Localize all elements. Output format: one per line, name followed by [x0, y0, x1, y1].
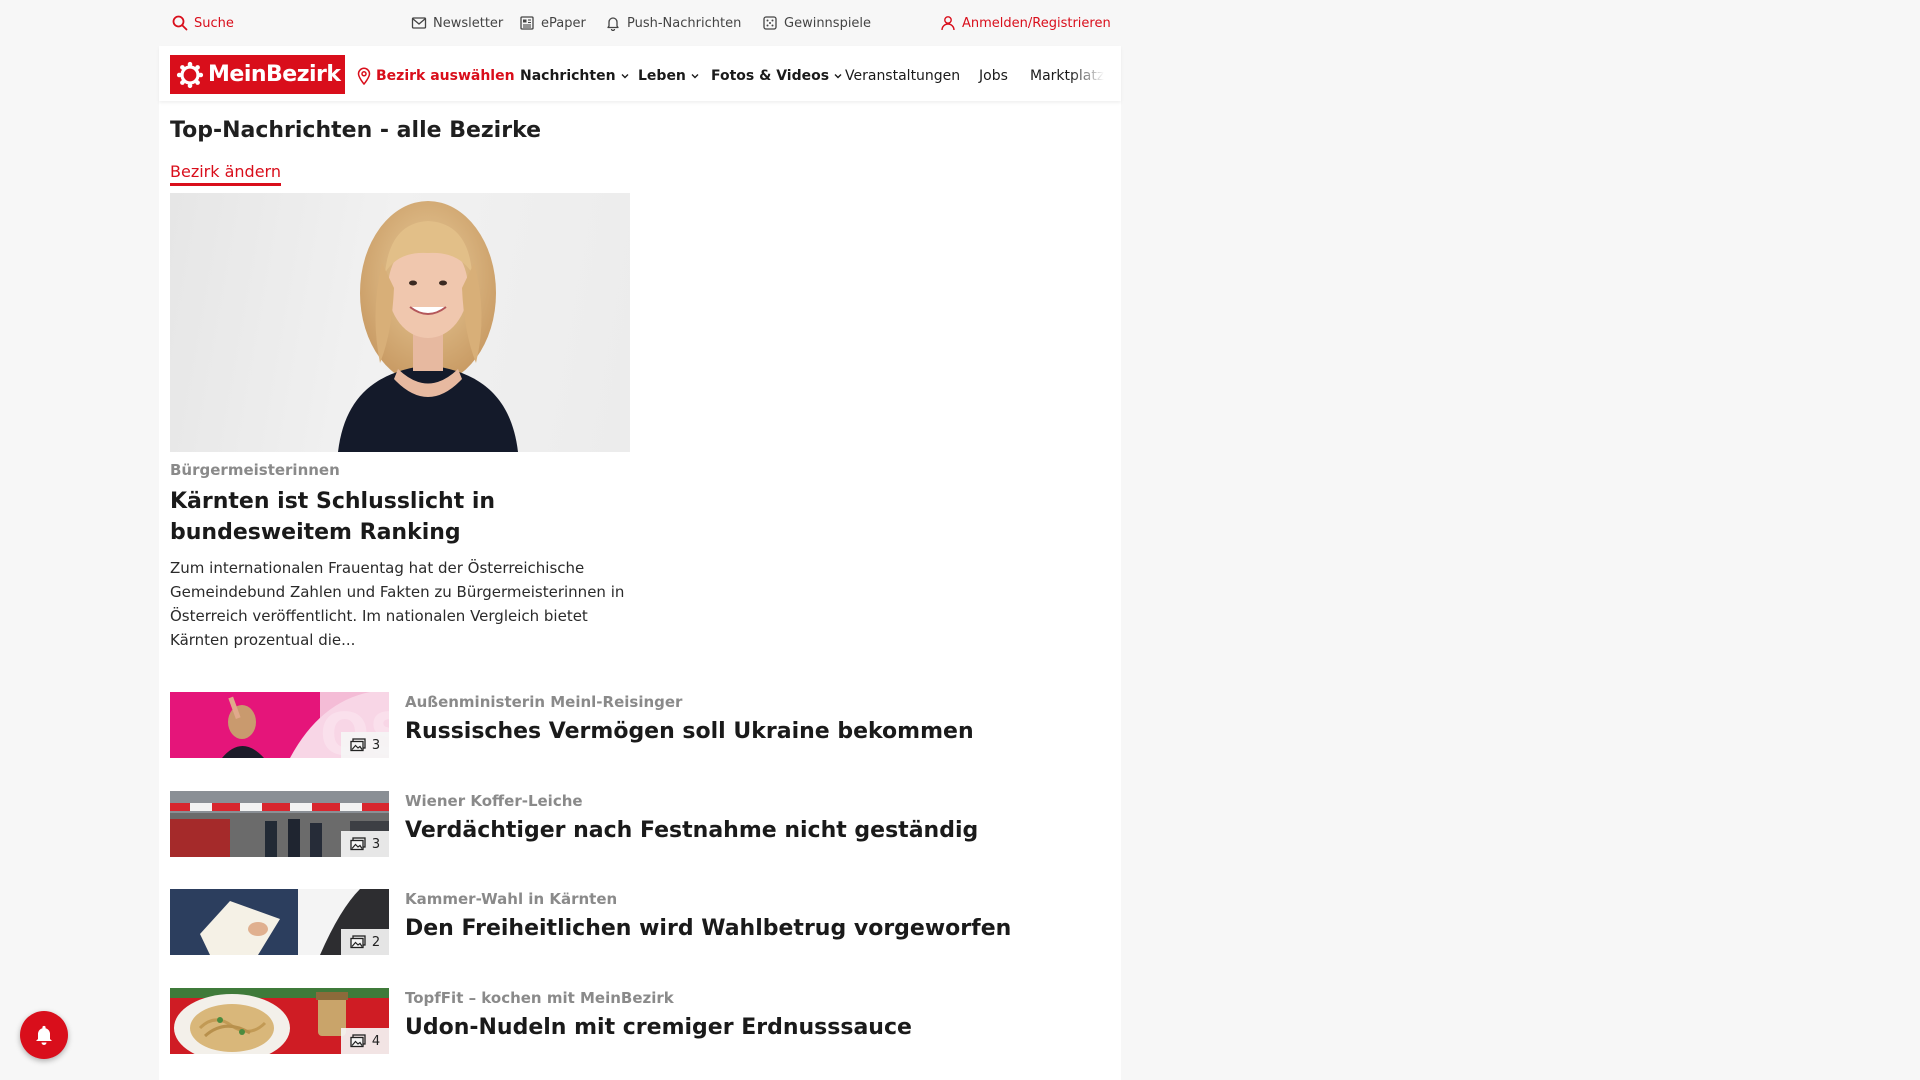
article-thumbnail: OS 3	[170, 692, 389, 758]
lead-article-image[interactable]	[170, 193, 630, 452]
search-icon	[172, 15, 188, 31]
district-selector[interactable]: Bezirk auswählen	[356, 66, 515, 86]
logo[interactable]: MeinBezirk	[170, 55, 345, 94]
newspaper-icon	[520, 16, 534, 30]
nav-item-label: Jobs	[979, 68, 1008, 84]
photo-count-badge: 2	[341, 929, 389, 955]
change-district-link[interactable]: Bezirk ändern	[170, 162, 281, 186]
article-kicker: Außenministerin Meinl-Reisinger	[405, 693, 683, 711]
epaper-link[interactable]: ePaper	[519, 14, 586, 32]
nav-item-jobs[interactable]: Jobs	[979, 66, 1008, 86]
photo-count-badge: 4	[341, 1028, 389, 1054]
main-navigation: MeinBezirk Bezirk auswählen Nachrichten …	[159, 46, 1121, 101]
nav-item-fotos-videos[interactable]: Fotos & Videos	[711, 66, 843, 86]
logo-icon	[176, 61, 204, 88]
lead-article-teaser: Zum internationalen Frauentag hat der Ös…	[170, 559, 625, 649]
chevron-down-icon	[691, 74, 699, 79]
newsletter-link[interactable]: Newsletter	[411, 14, 503, 32]
search-button[interactable]: Suche	[172, 14, 234, 32]
nav-item-label: Nachrichten	[520, 68, 616, 84]
photo-count-badge: 3	[341, 831, 389, 857]
push-notification-button[interactable]	[20, 1011, 68, 1059]
gallery-icon	[350, 837, 366, 851]
nav-item-veranstaltungen[interactable]: Veranstaltungen	[845, 66, 960, 86]
article-title[interactable]: Verdächtiger nach Festnahme nicht gestän…	[405, 818, 978, 843]
login-label: Anmelden/Registrieren	[962, 15, 1111, 31]
page-content: Suche Newsletter ePaper Push-Nachrichten…	[159, 0, 1121, 1080]
article-title[interactable]: Udon-Nudeln mit cremiger Erdnusssauce	[405, 1015, 912, 1040]
article-item[interactable]: 4 TopfFit – kochen mit MeinBezirk Udon-N…	[170, 988, 1070, 1054]
article-item[interactable]: 2 Kammer-Wahl in Kärnten Den Freiheitlic…	[170, 889, 1070, 955]
article-kicker: Kammer-Wahl in Kärnten	[405, 890, 618, 908]
login-link[interactable]: Anmelden/Registrieren	[940, 14, 1111, 32]
photo-count: 3	[371, 737, 381, 753]
gallery-icon	[350, 1034, 366, 1048]
portrait-photo	[338, 201, 518, 452]
mail-icon	[411, 17, 427, 29]
nav-item-label: Leben	[638, 68, 686, 84]
lead-article-title[interactable]: Kärnten ist Schlusslicht in bundesweitem…	[170, 486, 640, 548]
section-title: Top-Nachrichten - alle Bezirke	[170, 118, 542, 143]
gallery-icon	[350, 935, 366, 949]
article-item[interactable]: OS 3 Außenministerin Meinl-Reisinger Rus…	[170, 692, 1070, 758]
article-title[interactable]: Russisches Vermögen soll Ukraine bekomme…	[405, 719, 974, 744]
contests-link[interactable]: Gewinnspiele	[762, 14, 871, 32]
article-title[interactable]: Den Freiheitlichen wird Wahlbetrug vorge…	[405, 916, 1011, 941]
utility-bar: Suche Newsletter ePaper Push-Nachrichten…	[159, 0, 1121, 46]
lead-article-kicker: Bürgermeisterinnen	[170, 461, 340, 479]
search-label: Suche	[194, 15, 234, 31]
push-label: Push-Nachrichten	[627, 15, 742, 31]
photo-count: 3	[371, 836, 381, 852]
nav-item-nachrichten[interactable]: Nachrichten	[520, 66, 630, 86]
photo-count-badge: 3	[341, 732, 389, 758]
nav-item-label: Veranstaltungen	[845, 68, 961, 84]
district-selector-label: Bezirk auswählen	[376, 68, 515, 84]
contests-label: Gewinnspiele	[784, 15, 872, 31]
chevron-down-icon	[621, 74, 629, 79]
article-kicker: Wiener Koffer-Leiche	[405, 792, 583, 810]
article-kicker: TopfFit – kochen mit MeinBezirk	[405, 989, 674, 1007]
article-item[interactable]: 3 Wiener Koffer-Leiche Verdächtiger nach…	[170, 791, 1070, 857]
nav-item-leben[interactable]: Leben	[638, 66, 700, 86]
user-icon	[941, 16, 955, 31]
push-notifications-link[interactable]: Push-Nachrichten	[605, 14, 741, 32]
newsletter-label: Newsletter	[433, 15, 504, 31]
gallery-icon	[350, 738, 366, 752]
chevron-down-icon	[834, 74, 842, 79]
article-thumbnail: 2	[170, 889, 389, 955]
bell-icon	[36, 1025, 52, 1045]
dice-icon	[763, 16, 777, 30]
photo-count: 4	[371, 1033, 381, 1049]
article-thumbnail: 3	[170, 791, 389, 857]
bell-icon	[607, 17, 619, 31]
epaper-label: ePaper	[541, 15, 586, 31]
article-thumbnail: 4	[170, 988, 389, 1054]
location-pin-icon	[357, 67, 371, 85]
logo-text: MeinBezirk	[208, 62, 341, 87]
nav-overflow-fade	[1070, 58, 1110, 90]
nav-item-label: Fotos & Videos	[711, 68, 830, 84]
photo-count: 2	[371, 934, 381, 950]
